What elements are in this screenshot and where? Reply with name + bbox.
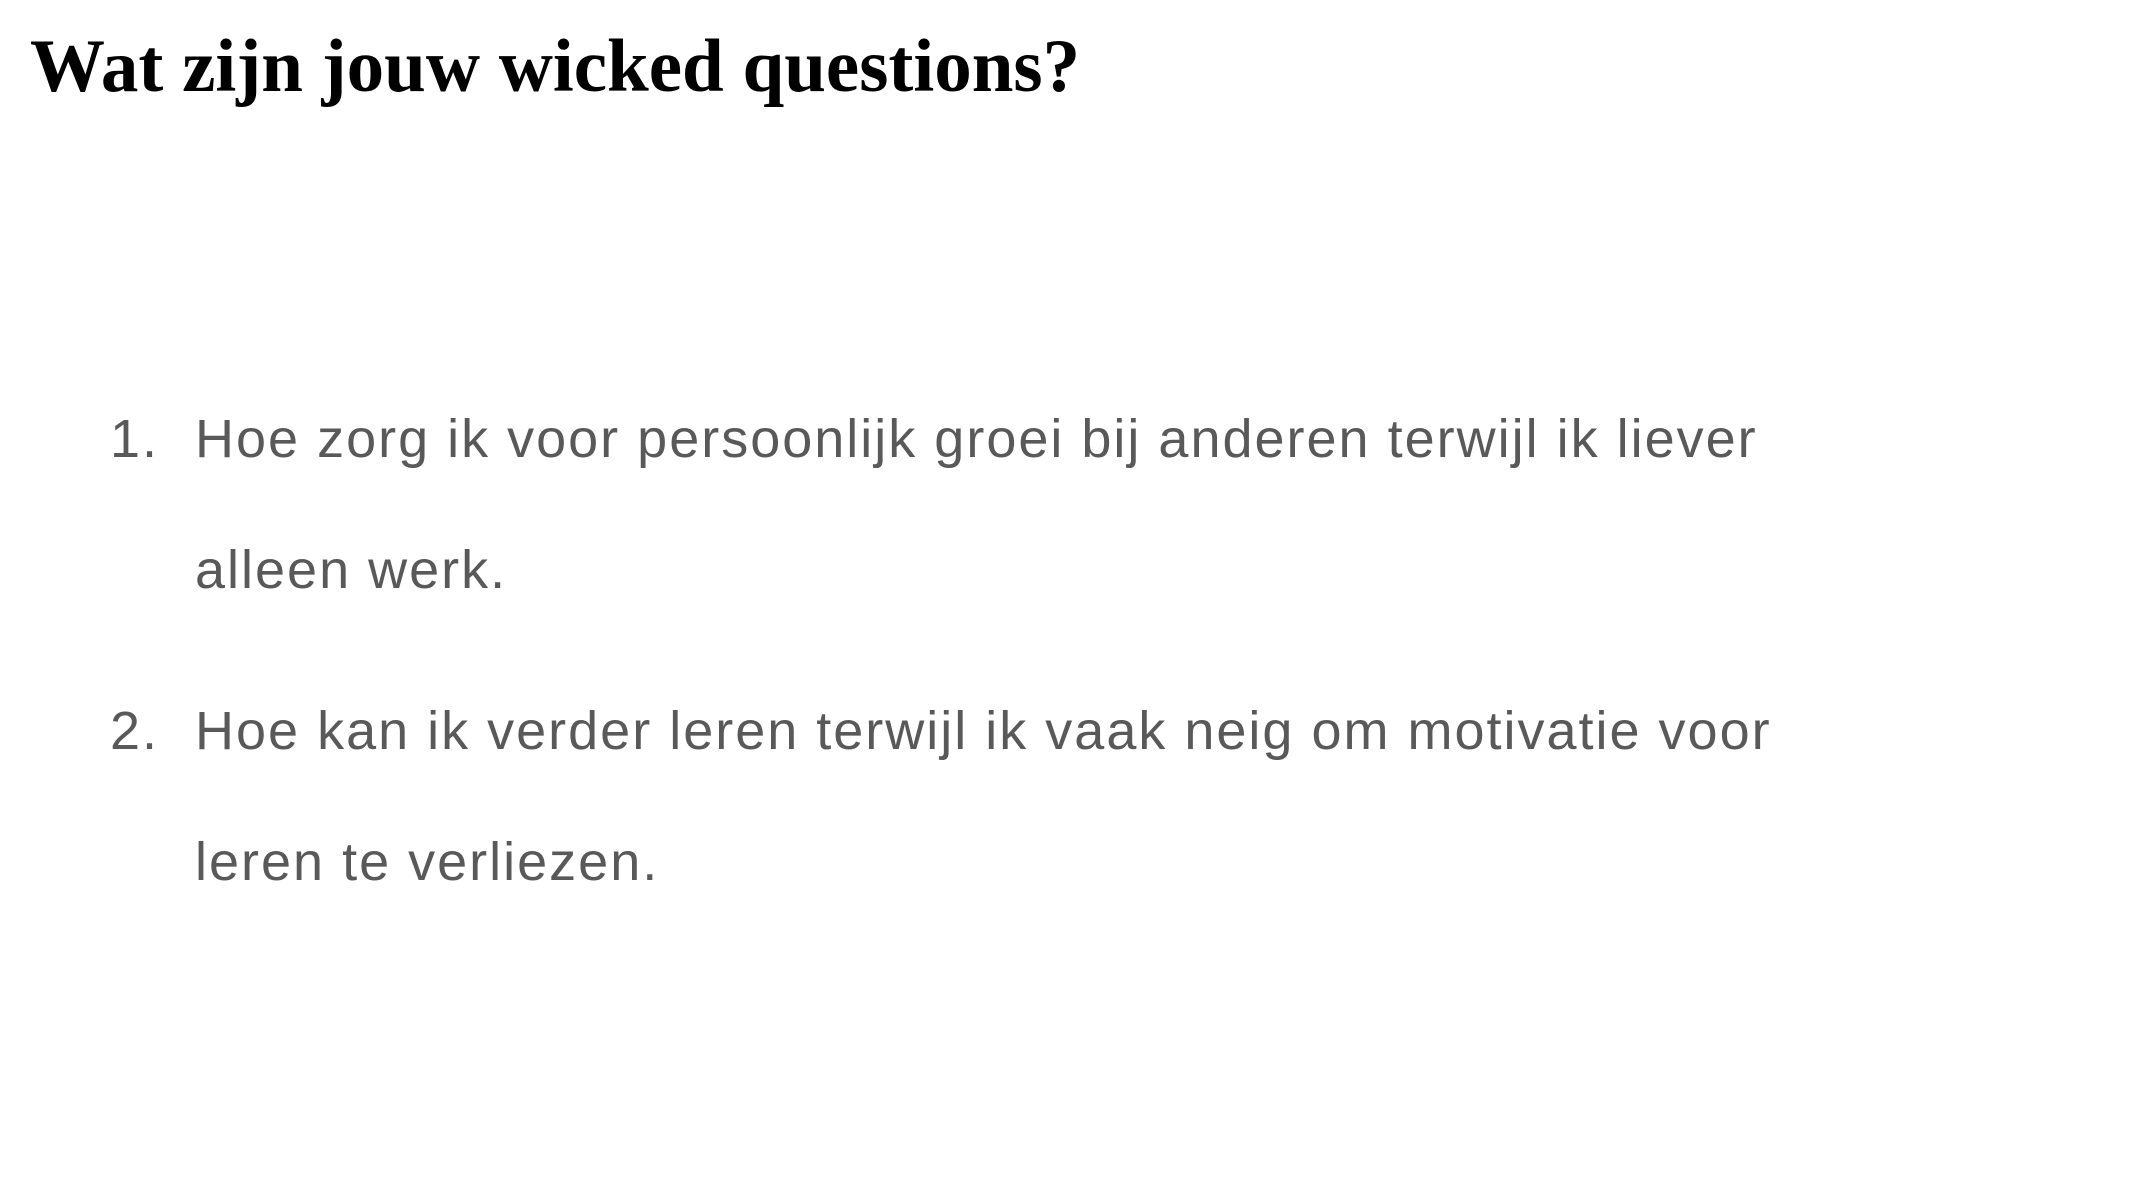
list-text-line: leren te verliezen. [195, 832, 660, 892]
list-text-line: alleen werk. [195, 540, 508, 600]
list-number: 1. [110, 409, 160, 469]
list-text-line: Hoe kan ik verder leren terwijl ik vaak … [195, 701, 1772, 761]
slide-title: Wat zijn jouw wicked questions? [30, 25, 1081, 108]
list-number: 2. [110, 701, 160, 761]
list-text-line: Hoe zorg ik voor persoonlijk groei bij a… [195, 409, 1758, 469]
